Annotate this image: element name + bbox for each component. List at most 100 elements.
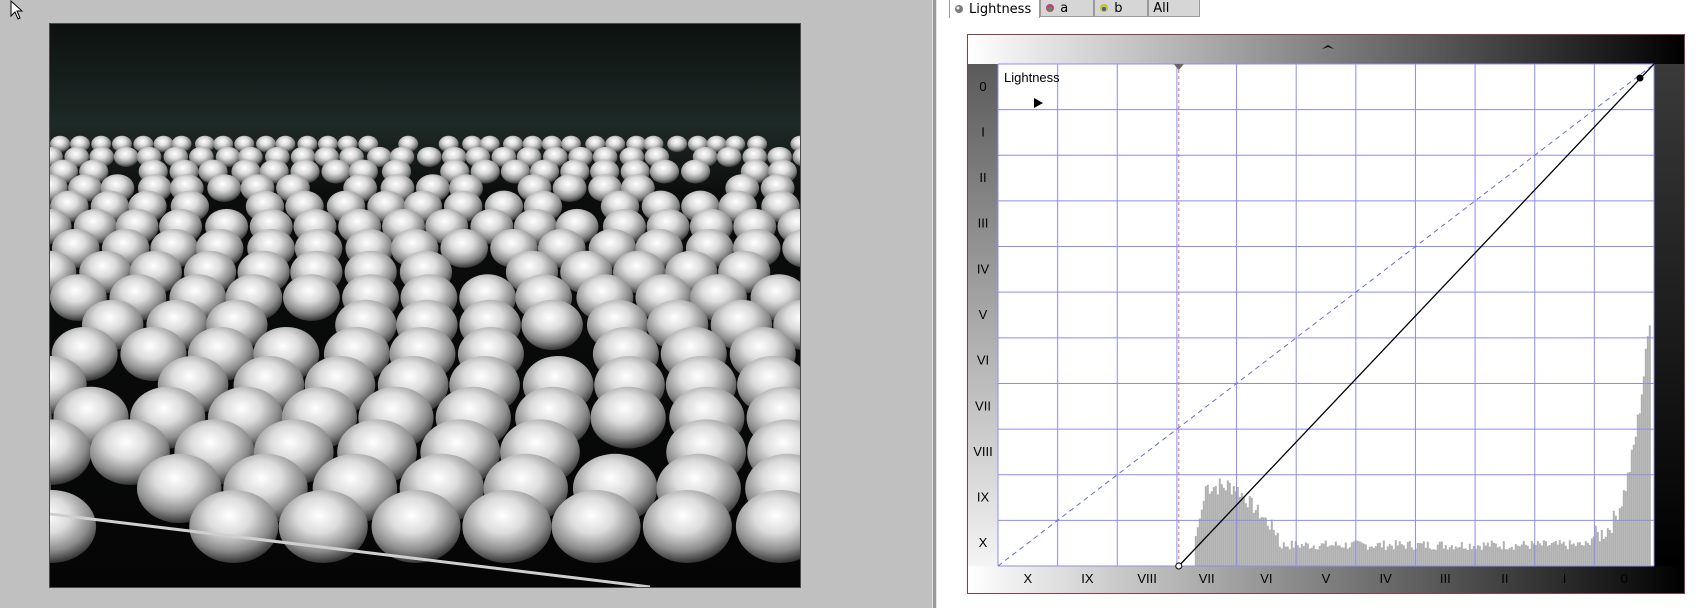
histogram-bar xyxy=(1258,518,1261,566)
histogram-bar xyxy=(1622,490,1625,566)
histogram-bar xyxy=(1434,549,1437,566)
tab-b[interactable]: b xyxy=(1094,0,1149,17)
histogram-bar xyxy=(1548,545,1551,566)
histogram-bar xyxy=(1502,541,1505,566)
mirror-sphere xyxy=(716,146,742,167)
histogram-bar xyxy=(1644,348,1647,566)
histogram-bar xyxy=(1298,547,1301,566)
histogram-bar xyxy=(1528,548,1531,566)
zone-label-y: V xyxy=(979,307,988,322)
histogram-bar xyxy=(1572,543,1575,566)
histogram-bar xyxy=(1208,493,1211,566)
histogram-bar xyxy=(1428,548,1431,566)
mirror-spheres-photo xyxy=(50,24,800,587)
histogram-bar xyxy=(1398,541,1401,566)
histogram-bar xyxy=(1256,504,1259,566)
histogram-bar xyxy=(1632,444,1635,566)
histogram-bar xyxy=(1460,542,1463,566)
histogram-bar xyxy=(1616,520,1619,566)
mirror-sphere xyxy=(371,490,461,563)
zone-label-y: II xyxy=(979,170,986,185)
histogram-bar xyxy=(1314,549,1317,566)
histogram-bar xyxy=(1194,536,1197,566)
histogram-bar xyxy=(1308,548,1311,566)
histogram-bar xyxy=(1600,529,1603,566)
histogram-bar xyxy=(1324,540,1327,566)
histogram-bar xyxy=(1610,532,1613,566)
tab-label: a xyxy=(1060,0,1069,16)
histogram-bar xyxy=(1608,529,1611,566)
histogram-bar xyxy=(1408,541,1411,566)
histogram-bar xyxy=(1550,542,1553,566)
histogram-bar xyxy=(1222,487,1225,566)
histogram-bar xyxy=(1438,541,1441,566)
curves-editor[interactable]: 0 I II III IV V VI VII VIII IX X X IX VIII VII VI V IV II… xyxy=(967,34,1685,594)
histogram-bar xyxy=(1210,491,1213,566)
histogram-bar xyxy=(1304,542,1307,566)
mirror-sphere xyxy=(207,174,242,202)
histogram-bar xyxy=(1636,414,1639,566)
histogram-bar xyxy=(1618,508,1621,566)
histogram-bar xyxy=(1588,544,1591,566)
zone-label-y: I xyxy=(981,124,985,139)
histogram-bar xyxy=(1238,496,1241,566)
histogram-bar xyxy=(1556,544,1559,566)
zone-label-y: VII xyxy=(975,398,991,413)
tab-label: Lightness xyxy=(969,1,1032,17)
histogram-bar xyxy=(1486,542,1489,566)
histogram-bar xyxy=(1562,541,1565,566)
histogram-bar xyxy=(1378,542,1381,566)
histogram-bar xyxy=(1596,531,1599,566)
histogram-bar xyxy=(1494,543,1497,566)
histogram-bar xyxy=(1468,543,1471,566)
histogram-bar xyxy=(1250,497,1253,566)
histogram-bar xyxy=(1230,494,1233,566)
histogram-bar xyxy=(1586,542,1589,566)
histogram-bar xyxy=(1226,480,1229,566)
histogram-bar xyxy=(1358,541,1361,566)
histogram-bar xyxy=(1246,507,1249,566)
histogram-bar xyxy=(1248,496,1251,566)
histogram-bar xyxy=(1506,549,1509,566)
histogram-bar xyxy=(1302,545,1305,566)
histogram-bar xyxy=(1470,549,1473,566)
tab-a[interactable]: a xyxy=(1040,0,1095,17)
histogram-bar xyxy=(1396,545,1399,566)
histogram-bar xyxy=(1376,543,1379,566)
histogram-bar xyxy=(1360,542,1363,566)
curve-point-black[interactable] xyxy=(1175,562,1183,570)
histogram-bar xyxy=(1328,545,1331,566)
histogram-bar xyxy=(1504,549,1507,566)
histogram-bar xyxy=(1336,545,1339,566)
histogram-bar xyxy=(1456,547,1459,566)
histogram-bar xyxy=(1498,546,1501,566)
zone-label-x: I xyxy=(1563,571,1567,586)
histogram-bar xyxy=(1546,545,1549,566)
histogram-bar xyxy=(1362,543,1365,566)
histogram-bar xyxy=(1326,546,1329,566)
histogram-bar xyxy=(1380,547,1383,566)
histogram-bar xyxy=(1200,509,1203,566)
tab-all[interactable]: All xyxy=(1148,0,1201,17)
curves-graph[interactable]: 0IIIIIIIVVVIVIIVIIIIXX X IX VIII VII VI V IV II… xyxy=(968,35,1684,593)
tab-label: All xyxy=(1153,0,1170,16)
histogram-bar xyxy=(1374,546,1377,566)
zone-label-y: VI xyxy=(977,353,989,368)
zone-label-x: II xyxy=(1501,571,1508,586)
histogram-bar xyxy=(1512,549,1515,566)
histogram-bar xyxy=(1538,543,1541,566)
histogram-bar xyxy=(1402,545,1405,566)
histogram-bar xyxy=(1320,543,1323,566)
histogram-bar xyxy=(1580,544,1583,566)
tab-lightness[interactable]: Lightness xyxy=(949,0,1041,18)
histogram-bar xyxy=(1416,542,1419,566)
histogram-bar xyxy=(1554,540,1557,566)
histogram-bar xyxy=(1448,547,1451,566)
histogram-bar xyxy=(1288,549,1291,566)
curve-point-white[interactable] xyxy=(1636,74,1644,82)
histogram-bar xyxy=(1488,546,1491,566)
zone-label-x: IX xyxy=(1081,571,1094,586)
histogram-bar xyxy=(1368,546,1371,566)
histogram-bar xyxy=(1590,538,1593,566)
histogram-bar xyxy=(1514,543,1517,566)
